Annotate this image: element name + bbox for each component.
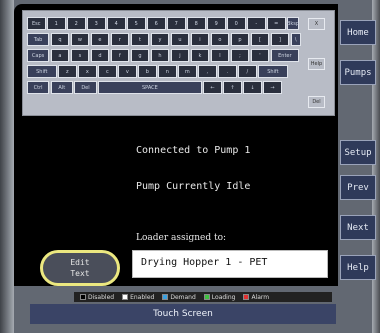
- key-d[interactable]: d: [90, 49, 110, 62]
- key-sym[interactable]: ↑: [223, 81, 242, 94]
- bezel-right: [372, 0, 380, 333]
- key-bksp[interactable]: Bksp: [287, 17, 299, 30]
- key-j[interactable]: j: [170, 49, 190, 62]
- key-8[interactable]: 8: [187, 17, 206, 30]
- connection-status: Connected to Pump 1: [136, 145, 251, 156]
- key-sym[interactable]: →: [263, 81, 282, 94]
- key-sym[interactable]: \: [290, 33, 301, 46]
- legend-label: Alarm: [251, 293, 270, 301]
- key-p[interactable]: p: [230, 33, 250, 46]
- key-l[interactable]: l: [210, 49, 230, 62]
- key-k[interactable]: k: [190, 49, 210, 62]
- keyboard-close-key[interactable]: X: [308, 18, 325, 30]
- screen-title: Touch Screen: [153, 309, 213, 319]
- legend-item-alarm: Alarm: [243, 294, 269, 301]
- key-alt[interactable]: Alt: [50, 81, 73, 94]
- key-tab[interactable]: Tab: [27, 33, 50, 46]
- key-g[interactable]: g: [130, 49, 150, 62]
- key-q[interactable]: q: [50, 33, 70, 46]
- key-sym[interactable]: ↓: [243, 81, 262, 94]
- key-sym[interactable]: .: [218, 65, 237, 78]
- loader-label: Loader assigned to:: [136, 233, 227, 243]
- legend-label: Enabled: [130, 293, 155, 301]
- legend-item-demand: Demand: [162, 293, 196, 301]
- keyboard-del-key[interactable]: Del: [308, 96, 325, 108]
- edit-text-button[interactable]: Edit Text: [40, 250, 120, 286]
- key-shift[interactable]: Shift: [27, 65, 57, 78]
- key-0[interactable]: 0: [227, 17, 246, 30]
- key-2[interactable]: 2: [67, 17, 86, 30]
- key-sym[interactable]: =: [267, 17, 286, 30]
- pump-state: Pump Currently Idle: [136, 181, 251, 192]
- legend-swatch: [162, 294, 169, 300]
- key-o[interactable]: o: [210, 33, 230, 46]
- key-m[interactable]: m: [178, 65, 197, 78]
- key-a[interactable]: a: [50, 49, 70, 62]
- pumps-button[interactable]: Pumps: [340, 60, 376, 85]
- key-s[interactable]: s: [70, 49, 90, 62]
- key-9[interactable]: 9: [207, 17, 226, 30]
- key-1[interactable]: 1: [47, 17, 66, 30]
- key-u[interactable]: u: [170, 33, 190, 46]
- key-sym[interactable]: /: [238, 65, 257, 78]
- status-legend: Disabled Enabled Demand Loading Alarm: [74, 292, 332, 302]
- key-sym[interactable]: -: [247, 17, 266, 30]
- legend-swatch: [203, 294, 210, 300]
- key-x[interactable]: x: [78, 65, 97, 78]
- key-space[interactable]: SPACE: [98, 81, 202, 94]
- key-ctrl[interactable]: Ctrl: [27, 81, 50, 94]
- key-i[interactable]: i: [190, 33, 210, 46]
- key-6[interactable]: 6: [147, 17, 166, 30]
- key-4[interactable]: 4: [107, 17, 126, 30]
- key-w[interactable]: w: [70, 33, 90, 46]
- key-t[interactable]: t: [130, 33, 150, 46]
- key-3[interactable]: 3: [87, 17, 106, 30]
- key-h[interactable]: h: [150, 49, 170, 62]
- key-sym[interactable]: ;: [230, 49, 250, 62]
- prev-button[interactable]: Prev: [340, 175, 376, 200]
- key-caps[interactable]: Caps: [27, 49, 50, 62]
- legend-swatch: [80, 294, 86, 300]
- key-esc[interactable]: Esc: [27, 17, 46, 30]
- legend-swatch: [122, 294, 129, 300]
- key-f[interactable]: f: [110, 49, 130, 62]
- key-shift[interactable]: Shift: [258, 65, 288, 78]
- legend-item-loading: Loading: [203, 293, 236, 301]
- key-del[interactable]: Del: [74, 81, 97, 94]
- key-sym[interactable]: ': [250, 49, 270, 62]
- key-n[interactable]: n: [158, 65, 177, 78]
- key-enter[interactable]: Enter: [270, 49, 299, 62]
- help-button[interactable]: Help: [340, 255, 376, 280]
- home-button[interactable]: Home: [340, 20, 376, 45]
- screen-title-bar: Touch Screen: [30, 304, 336, 324]
- key-5[interactable]: 5: [127, 17, 146, 30]
- legend-swatch: [243, 294, 250, 300]
- legend-label: Demand: [170, 293, 196, 301]
- bezel-left: [0, 0, 14, 333]
- key-z[interactable]: z: [58, 65, 77, 78]
- key-e[interactable]: e: [90, 33, 110, 46]
- key-sym[interactable]: ]: [270, 33, 290, 46]
- legend-label: Loading: [211, 293, 236, 301]
- on-screen-keyboard: Esc 1 2 3 4 5 6 7 8 9 0- = Bksp Tab q w e r t y u i o p[] \ Caps a…: [22, 10, 335, 116]
- key-v[interactable]: v: [118, 65, 137, 78]
- legend-item-enabled: Enabled: [122, 294, 154, 301]
- panel-frame: Esc 1 2 3 4 5 6 7 8 9 0- = Bksp Tab q w e r t y u i o p[] \ Caps a…: [0, 0, 380, 333]
- key-sym[interactable]: ←: [203, 81, 222, 94]
- key-7[interactable]: 7: [167, 17, 186, 30]
- setup-button[interactable]: Setup: [340, 140, 376, 165]
- key-sym[interactable]: [: [250, 33, 270, 46]
- legend-item-disabled: Disabled: [80, 294, 114, 301]
- next-button[interactable]: Next: [340, 215, 376, 240]
- legend-label: Disabled: [88, 293, 115, 301]
- key-y[interactable]: y: [150, 33, 170, 46]
- key-b[interactable]: b: [138, 65, 157, 78]
- loader-field[interactable]: Drying Hopper 1 - PET: [132, 250, 328, 278]
- keyboard-help-key[interactable]: Help: [308, 58, 325, 70]
- key-r[interactable]: r: [110, 33, 130, 46]
- key-sym[interactable]: ,: [198, 65, 217, 78]
- key-c[interactable]: c: [98, 65, 117, 78]
